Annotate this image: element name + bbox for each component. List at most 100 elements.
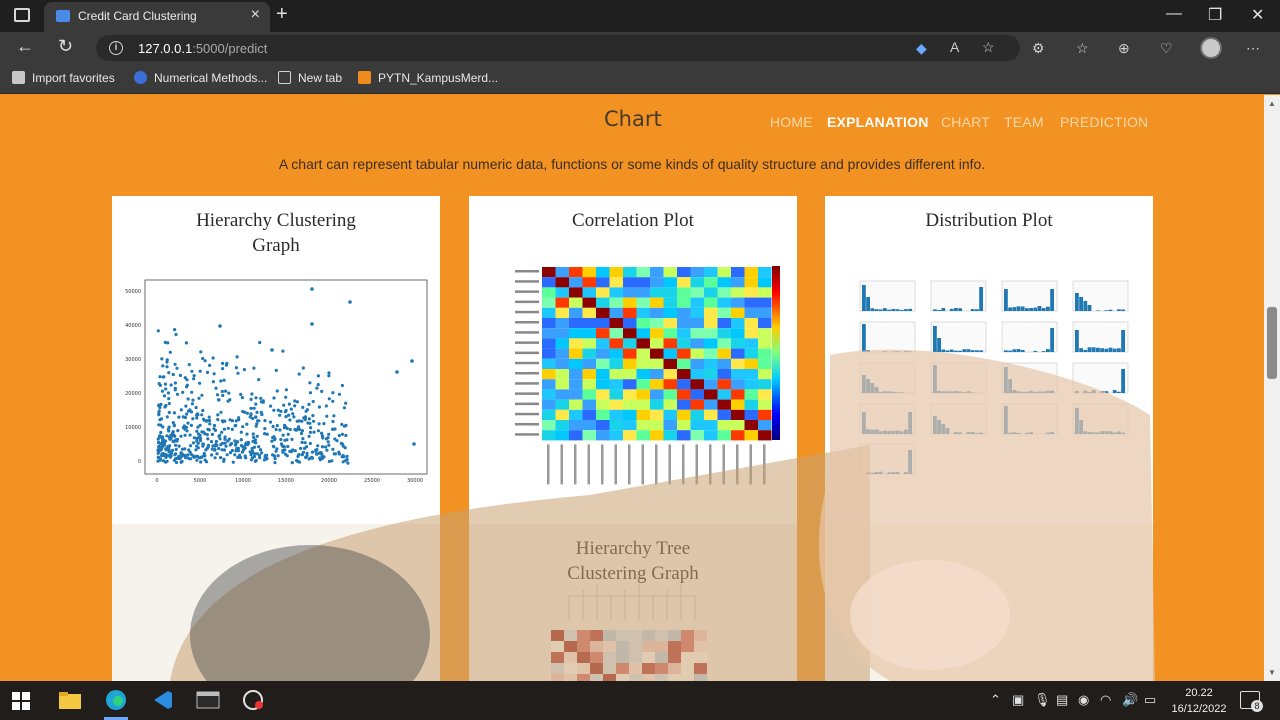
histogram-bar — [887, 391, 891, 393]
refresh-icon[interactable]: ↻ — [58, 36, 73, 57]
show-hidden-icons[interactable]: ⌃ — [990, 692, 1001, 708]
read-aloud-icon[interactable]: A — [950, 39, 959, 55]
tag-icon[interactable]: ◆ — [916, 40, 927, 57]
favorite-new-tab[interactable]: New tab — [278, 71, 342, 85]
favorite-numerical-methods[interactable]: Numerical Methods... — [134, 71, 267, 85]
heatmap-cell — [650, 307, 664, 318]
close-window-icon[interactable]: ✕ — [1251, 5, 1264, 25]
new-tab-button[interactable]: + — [276, 3, 288, 26]
scatter-point — [269, 404, 273, 408]
nav-explanation[interactable]: EXPLANATION — [827, 114, 929, 130]
back-icon[interactable]: ← — [16, 36, 34, 57]
scatter-point — [263, 419, 267, 423]
heatmap-cell — [542, 307, 556, 318]
scatter-point — [202, 454, 206, 458]
tray-app-icon[interactable]: ▣ — [1012, 692, 1024, 708]
favorite-label: New tab — [298, 71, 343, 85]
heatmap-cell — [555, 379, 569, 390]
browser-essentials-icon[interactable]: ♡ — [1160, 40, 1173, 57]
heatmap-cell — [623, 348, 637, 359]
column-label-mark — [587, 444, 590, 485]
site-brand[interactable]: Chart — [604, 107, 662, 131]
heatmap-cell — [569, 348, 583, 359]
page-scrollbar[interactable]: ▲ ▼ — [1264, 95, 1280, 681]
more-menu-icon[interactable]: ⋯ — [1246, 40, 1260, 57]
heatmap-cell — [582, 287, 596, 298]
nav-home[interactable]: HOME — [770, 114, 813, 130]
site-info-icon[interactable]: i — [109, 41, 123, 55]
histogram-bar — [941, 308, 946, 311]
heatmap-cell — [731, 369, 745, 380]
favorites-icon[interactable]: ☆ — [1076, 40, 1089, 57]
scatter-point — [303, 418, 307, 422]
scatter-point — [221, 393, 225, 398]
histogram-bar — [1096, 310, 1100, 311]
restore-icon[interactable]: ❐ — [1208, 5, 1222, 25]
scatter-point — [189, 423, 193, 427]
heatmap-cell — [758, 369, 772, 380]
heatmap-cell — [704, 409, 718, 420]
scatter-point — [203, 359, 207, 363]
browser-tab[interactable]: Credit Card Clustering × — [44, 2, 270, 32]
nav-chart[interactable]: CHART — [941, 114, 990, 130]
collections-icon[interactable]: ⊕ — [1118, 40, 1130, 57]
file-explorer-icon[interactable] — [58, 689, 82, 711]
vscode-icon[interactable] — [150, 689, 174, 711]
battery-icon[interactable]: ▭ — [1144, 692, 1156, 708]
recorder-app-icon[interactable] — [242, 689, 266, 711]
heatmap-cell — [623, 277, 637, 288]
terminal-icon[interactable] — [196, 689, 220, 711]
scatter-point — [167, 450, 171, 454]
scroll-up-icon[interactable]: ▲ — [1268, 99, 1276, 108]
scatter-point — [195, 458, 199, 462]
tray-device-icon[interactable]: ▤ — [1056, 692, 1068, 708]
histogram-bar — [975, 309, 979, 311]
scatter-point — [167, 435, 171, 439]
nav-prediction[interactable]: PREDICTION — [1060, 114, 1148, 130]
histogram-bar — [962, 349, 967, 352]
scroll-down-icon[interactable]: ▼ — [1268, 668, 1276, 677]
notification-center-icon[interactable]: 8 — [1240, 691, 1263, 712]
scatter-point — [199, 460, 203, 464]
minimize-icon[interactable]: — — [1166, 5, 1182, 23]
heatmap-cell — [704, 369, 718, 380]
windows-start-icon[interactable] — [12, 692, 30, 710]
volume-icon[interactable]: 🔊 — [1122, 692, 1138, 708]
heatmap-cell — [609, 338, 623, 349]
nav-team[interactable]: TEAM — [1004, 114, 1044, 130]
heatmap-cell — [555, 267, 569, 278]
histogram-grid — [859, 280, 1129, 475]
extensions-icon[interactable]: ⚙ — [1032, 40, 1045, 57]
url-field[interactable]: i 127.0.0.1:5000/predict ◆ A ☆ — [96, 35, 1020, 61]
heatmap-cell — [744, 399, 758, 410]
scatter-point — [195, 413, 199, 417]
favorite-pytn[interactable]: PYTN_KampusMerd... — [358, 71, 498, 85]
heatmap-cell — [569, 389, 583, 400]
scroll-thumb[interactable] — [1267, 307, 1277, 379]
heatmap-cell — [650, 379, 664, 390]
add-favorite-icon[interactable]: ☆ — [982, 39, 995, 56]
taskbar-clock[interactable]: 20.22 16/12/2022 — [1170, 685, 1228, 717]
histogram-bar — [966, 349, 971, 352]
microphone-icon[interactable]: 🎙 — [1034, 692, 1051, 708]
clustermap-cell — [564, 641, 577, 652]
heatmap-cell — [690, 277, 704, 288]
scatter-point — [281, 433, 285, 437]
edge-browser-icon[interactable] — [104, 689, 128, 711]
profile-avatar[interactable] — [1200, 37, 1222, 59]
x-tick-label: 0 — [155, 478, 158, 484]
heatmap-cell — [636, 430, 650, 441]
favorite-import[interactable]: Import favorites — [12, 71, 115, 85]
tab-close-icon[interactable]: × — [251, 6, 260, 24]
tab-actions-icon[interactable] — [14, 8, 30, 22]
wifi-icon[interactable]: ◠ — [1100, 692, 1111, 708]
heatmap-cell — [555, 358, 569, 369]
heatmap-cell — [744, 287, 758, 298]
scatter-point — [214, 386, 218, 390]
tray-color-icon[interactable]: ◉ — [1078, 692, 1089, 708]
heatmap-cell — [555, 307, 569, 318]
scatter-point — [274, 427, 278, 432]
scatter-point — [163, 439, 168, 443]
clustermap-cell — [668, 652, 681, 663]
heatmap-cell — [582, 420, 596, 431]
